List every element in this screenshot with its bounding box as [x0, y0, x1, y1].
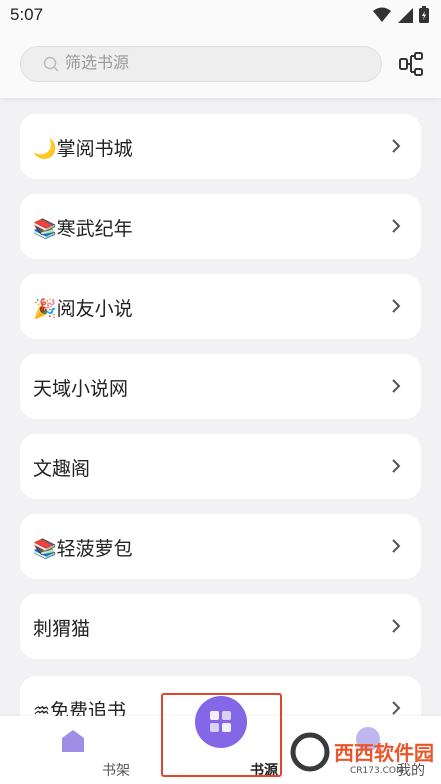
status-time: 5:07 [10, 5, 44, 24]
chevron-right-icon [392, 299, 401, 313]
search-input[interactable] [65, 54, 365, 74]
nav-bookshelf[interactable]: 书架 [30, 716, 130, 784]
chevron-right-icon [392, 619, 401, 633]
source-name: 🌙掌阅书城 [33, 138, 133, 160]
chevron-right-icon [392, 219, 401, 233]
chevron-right-icon [392, 139, 401, 153]
header [0, 30, 441, 98]
source-name: 📚轻菠萝包 [33, 538, 133, 560]
source-item[interactable]: 天域小说网 [20, 354, 421, 419]
source-item[interactable]: 🎉阅友小说 [20, 274, 421, 339]
wifi-icon [373, 7, 391, 22]
watermark-subtext: CR173.COM [350, 766, 404, 776]
source-name: 🎉阅友小说 [33, 298, 133, 320]
watermark: 西西软件园 CR173.COM [290, 730, 440, 776]
source-name: 📚寒武纪年 [33, 218, 133, 240]
battery-icon [419, 6, 429, 23]
source-item[interactable]: 刺猬猫 [20, 594, 421, 659]
source-name: 天域小说网 [33, 378, 129, 400]
bookshelf-icon [62, 730, 84, 752]
source-item[interactable]: 🌙掌阅书城 [20, 114, 421, 179]
chevron-right-icon [392, 459, 401, 473]
source-name: 文趣阁 [33, 458, 91, 480]
signal-icon [398, 7, 413, 23]
source-item[interactable]: 📚轻菠萝包 [20, 514, 421, 579]
source-item[interactable]: 📚寒武纪年 [20, 194, 421, 259]
nav-label: 书架 [102, 763, 130, 779]
status-bar: 5:07 [0, 0, 441, 30]
group-toggle-icon[interactable] [398, 51, 424, 77]
search-icon [43, 56, 59, 72]
watermark-logo: 西西软件园 CR173.COM [290, 732, 434, 776]
search-bar[interactable] [20, 46, 382, 82]
chevron-right-icon [392, 701, 401, 715]
status-icons [373, 6, 429, 23]
watermark-text: 西西软件园 [334, 741, 434, 765]
source-item[interactable]: 文趣阁 [20, 434, 421, 499]
chevron-right-icon [392, 539, 401, 553]
source-name: 刺猬猫 [33, 618, 91, 640]
chevron-right-icon [392, 379, 401, 393]
highlight-annotation [161, 693, 282, 777]
